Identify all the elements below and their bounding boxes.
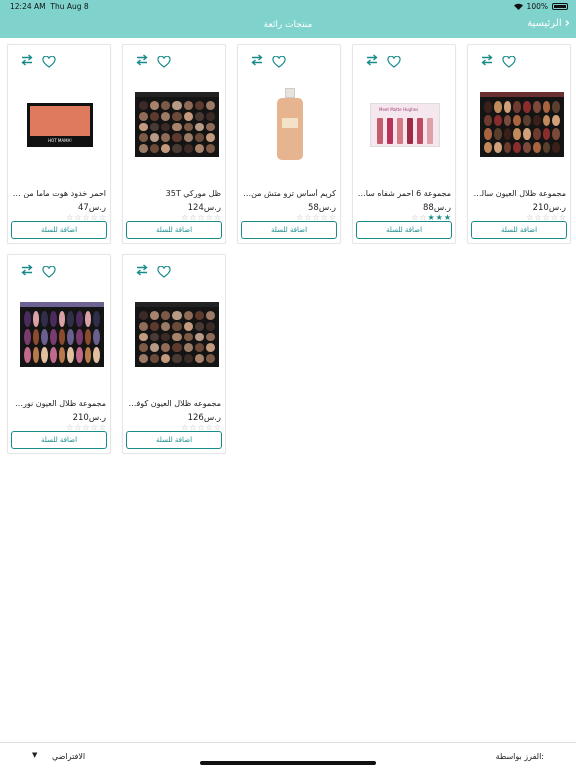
compare-arrows-icon[interactable] — [365, 51, 379, 66]
product-card[interactable]: ظل موركي 35T ر.س124 ☆ ☆ ☆ ☆ ☆ اضافة للسلة — [122, 44, 226, 244]
product-card[interactable]: مجموعه ظلال العيون كوفى م...ر.س126☆☆☆☆☆ا… — [122, 254, 226, 454]
status-right: 100% — [513, 2, 568, 11]
product-image[interactable] — [250, 73, 330, 177]
product-price: ر.س124 — [187, 203, 221, 213]
product-card[interactable]: مجموعة ظلال العيون نورفينا م...ر.س210☆☆☆… — [7, 254, 111, 454]
add-to-cart-button[interactable]: اضافة للسلة — [241, 221, 337, 239]
product-name[interactable]: كريم أساس ترو متش من - لوريا... — [242, 189, 336, 198]
battery-icon — [552, 3, 568, 10]
heart-icon[interactable] — [42, 53, 56, 68]
heart-icon[interactable] — [157, 53, 171, 68]
product-price: ر.س47 — [77, 203, 106, 213]
page-title: منتجات رائعة — [263, 20, 313, 30]
sort-bar: الفرز بواسطة: الافتراضي ▼ — [0, 742, 576, 768]
product-image[interactable]: Meet Matte Hughes — [365, 73, 445, 177]
back-label: الرئيسية — [527, 18, 562, 29]
product-image[interactable] — [480, 73, 564, 177]
wifi-icon — [513, 3, 523, 10]
product-name[interactable]: مجموعة 6 احمر شفاه سائل مر .. — [357, 189, 451, 198]
add-to-cart-button[interactable]: اضافة للسلة — [11, 221, 107, 239]
compare-arrows-icon[interactable] — [250, 51, 264, 66]
add-to-cart-button[interactable]: اضافة للسلة — [126, 221, 222, 239]
product-card[interactable]: كريم أساس ترو متش من - لوريا...ر.س58☆☆☆☆… — [237, 44, 341, 244]
chevron-right-icon: › — [564, 16, 570, 31]
product-name[interactable]: ظل موركي 35T — [127, 189, 221, 198]
product-name[interactable]: مجموعة ظلال العيون سالتري ... — [472, 189, 566, 198]
product-card[interactable]: HOT MAMA! احمر خدود هوت ماما من ذا بالم ر.… — [7, 44, 111, 244]
product-price: ر.س58 — [307, 203, 336, 213]
sort-dropdown[interactable]: الافتراضي — [52, 752, 85, 761]
caret-down-icon[interactable]: ▼ — [32, 751, 37, 759]
status-time: 12:24 AM Thu Aug 8 — [10, 2, 89, 11]
product-price: ر.س210 — [532, 203, 566, 213]
compare-arrows-icon[interactable] — [20, 51, 34, 66]
compare-arrows-icon[interactable] — [480, 51, 494, 66]
add-to-cart-button[interactable]: اضافة للسلة — [11, 431, 107, 449]
heart-icon[interactable] — [272, 53, 286, 68]
status-bar: 12:24 AM Thu Aug 8 100% — [0, 0, 576, 14]
add-to-cart-button[interactable]: اضافة للسلة — [471, 221, 567, 239]
sort-label: الفرز بواسطة: — [495, 752, 544, 761]
product-name[interactable]: مجموعة ظلال العيون نورفينا م... — [12, 399, 106, 408]
battery-percent: 100% — [526, 2, 548, 11]
product-price: ر.س126 — [187, 413, 221, 423]
home-indicator — [200, 761, 376, 765]
compare-arrows-icon[interactable] — [135, 261, 149, 276]
heart-icon[interactable] — [157, 263, 171, 278]
product-image[interactable]: HOT MAMA! — [20, 73, 100, 177]
navigation-bar: منتجات رائعة الرئيسية › — [0, 14, 576, 38]
product-price: ر.س88 — [422, 203, 451, 213]
product-name[interactable]: احمر خدود هوت ماما من ذا بالم — [12, 189, 106, 198]
compare-arrows-icon[interactable] — [20, 261, 34, 276]
product-grid: مجموعة ظلال العيون سالتري ...ر.س210☆☆☆☆☆… — [0, 38, 576, 742]
compare-arrows-icon[interactable] — [135, 51, 149, 66]
product-image[interactable] — [135, 73, 219, 177]
heart-icon[interactable] — [502, 53, 516, 68]
heart-icon[interactable] — [387, 53, 401, 68]
back-button[interactable]: الرئيسية › — [527, 17, 570, 30]
product-price: ر.س210 — [72, 413, 106, 423]
product-name[interactable]: مجموعه ظلال العيون كوفى م... — [127, 399, 221, 408]
heart-icon[interactable] — [42, 263, 56, 278]
product-card[interactable]: مجموعة ظلال العيون سالتري ...ر.س210☆☆☆☆☆… — [467, 44, 571, 244]
product-card[interactable]: Meet Matte Hughes مجموعة 6 احمر شفاه سائل… — [352, 44, 456, 244]
product-image[interactable] — [135, 283, 219, 387]
add-to-cart-button[interactable]: اضافة للسلة — [126, 431, 222, 449]
product-image[interactable] — [20, 283, 104, 387]
add-to-cart-button[interactable]: اضافة للسلة — [356, 221, 452, 239]
